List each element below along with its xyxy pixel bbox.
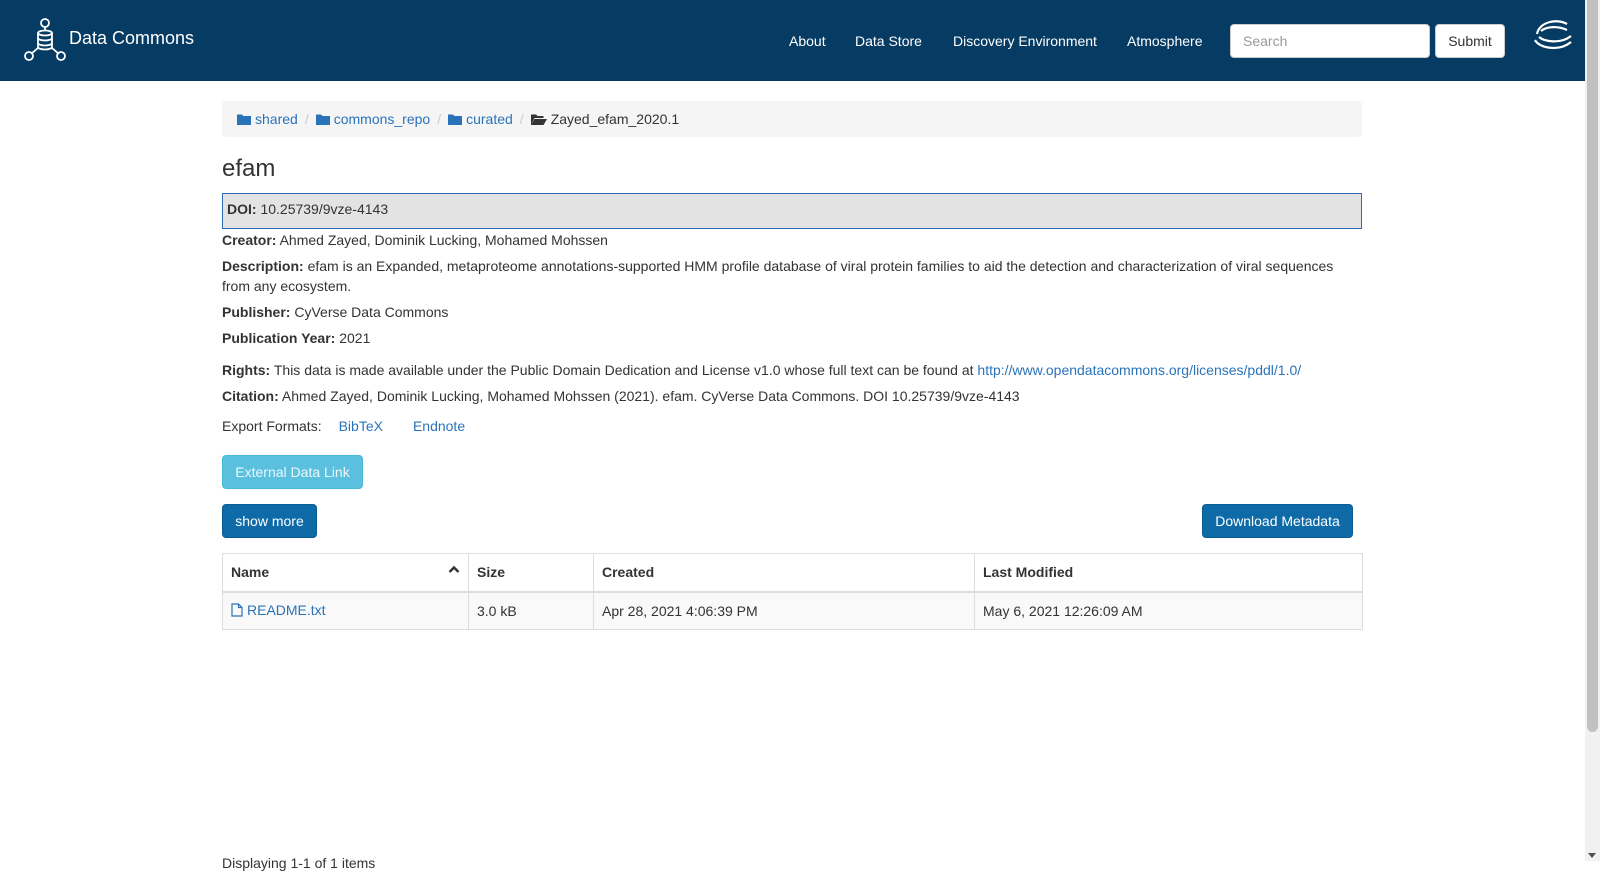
doi-box: DOI: 10.25739/9vze-4143 bbox=[222, 193, 1362, 229]
rights-label: Rights: bbox=[222, 362, 271, 378]
page-scrollbar[interactable] bbox=[1585, 0, 1600, 861]
pagination-summary: Displaying 1-1 of 1 items bbox=[222, 855, 376, 871]
citation-field: Citation: Ahmed Zayed, Dominik Lucking, … bbox=[222, 386, 1362, 406]
description-field: Description: efam is an Expanded, metapr… bbox=[222, 256, 1362, 296]
citation-value: Ahmed Zayed, Dominik Lucking, Mohamed Mo… bbox=[281, 388, 1020, 404]
license-link[interactable]: http://www.opendatacommons.org/licenses/… bbox=[977, 362, 1301, 378]
export-formats: Export Formats: BibTeX Endnote bbox=[222, 418, 465, 434]
file-name: README.txt bbox=[247, 601, 326, 618]
column-header-last-modified[interactable]: Last Modified bbox=[974, 553, 1363, 593]
brand-name: Data Commons bbox=[69, 27, 195, 48]
column-header-name[interactable]: Name bbox=[222, 553, 469, 593]
column-header-size[interactable]: Size bbox=[468, 553, 594, 593]
creator-field: Creator: Ahmed Zayed, Dominik Lucking, M… bbox=[222, 230, 1362, 250]
show-more-button[interactable]: show more bbox=[222, 504, 317, 538]
cell-name: README.txt bbox=[222, 591, 469, 630]
rights-field: Rights: This data is made available unde… bbox=[222, 360, 1362, 380]
cyverse-logo-icon[interactable] bbox=[1533, 18, 1573, 55]
description-value: efam is an Expanded, metaproteome annota… bbox=[222, 258, 1334, 294]
cell-created: Apr 28, 2021 4:06:39 PM bbox=[593, 591, 975, 630]
publisher-label: Publisher: bbox=[222, 304, 291, 320]
export-bibtex-link[interactable]: BibTeX bbox=[339, 418, 383, 434]
column-header-created[interactable]: Created bbox=[593, 553, 975, 593]
breadcrumb-label: Zayed_efam_2020.1 bbox=[550, 111, 680, 127]
doi-label: DOI: bbox=[227, 201, 257, 217]
export-formats-label: Export Formats: bbox=[222, 418, 322, 434]
breadcrumb-current: Zayed_efam_2020.1 bbox=[530, 111, 680, 127]
cell-modified: May 6, 2021 12:26:09 AM bbox=[974, 591, 1363, 630]
breadcrumb-shared[interactable]: shared bbox=[237, 111, 298, 127]
page-title: efam bbox=[222, 155, 276, 182]
scroll-down-arrow-icon[interactable] bbox=[1588, 853, 1596, 858]
year-label: Publication Year: bbox=[222, 330, 336, 346]
folder-icon bbox=[315, 114, 330, 125]
breadcrumb-curated[interactable]: curated bbox=[448, 111, 513, 127]
year-value: 2021 bbox=[339, 330, 371, 346]
nav-about[interactable]: About bbox=[789, 33, 826, 49]
submit-button[interactable]: Submit bbox=[1435, 24, 1505, 58]
breadcrumb-separator: / bbox=[304, 111, 309, 127]
creator-label: Creator: bbox=[222, 232, 277, 248]
export-endnote-link[interactable]: Endnote bbox=[413, 418, 465, 434]
table-header-row: Name Size Created Last Modified bbox=[222, 553, 1363, 593]
external-data-link-button[interactable]: External Data Link bbox=[222, 455, 363, 489]
nav-atmosphere[interactable]: Atmosphere bbox=[1127, 33, 1202, 49]
breadcrumb-label: commons_repo bbox=[333, 111, 431, 127]
folder-open-icon bbox=[530, 114, 547, 125]
publisher-field: Publisher: CyVerse Data Commons bbox=[222, 302, 1362, 322]
nav-discovery-environment[interactable]: Discovery Environment bbox=[953, 33, 1097, 49]
breadcrumb-label: curated bbox=[466, 111, 513, 127]
file-link[interactable]: README.txt bbox=[231, 602, 326, 618]
scrollbar-thumb[interactable] bbox=[1587, 0, 1598, 732]
breadcrumb-commons-repo[interactable]: commons_repo bbox=[315, 111, 431, 127]
cell-size: 3.0 kB bbox=[468, 591, 594, 630]
publisher-value: CyVerse Data Commons bbox=[294, 304, 449, 320]
table-row: README.txt 3.0 kB Apr 28, 2021 4:06:39 P… bbox=[222, 591, 1363, 630]
publication-year-field: Publication Year: 2021 bbox=[222, 328, 1362, 348]
breadcrumb: shared / commons_repo / curated / Zayed_… bbox=[222, 101, 1362, 137]
download-metadata-button[interactable]: Download Metadata bbox=[1202, 504, 1353, 538]
data-commons-logo-icon bbox=[24, 18, 66, 62]
creator-value: Ahmed Zayed, Dominik Lucking, Mohamed Mo… bbox=[279, 232, 608, 248]
nav-data-store[interactable]: Data Store bbox=[855, 33, 922, 49]
breadcrumb-separator: / bbox=[437, 111, 442, 127]
search-input[interactable] bbox=[1230, 24, 1430, 58]
brand[interactable]: Data Commons bbox=[24, 18, 194, 62]
breadcrumb-separator: / bbox=[519, 111, 524, 127]
file-icon bbox=[231, 603, 243, 617]
breadcrumb-label: shared bbox=[255, 111, 298, 127]
doi-value: 10.25739/9vze-4143 bbox=[260, 201, 389, 217]
top-navbar: Data Commons About Data Store Discovery … bbox=[0, 0, 1585, 81]
files-table: Name Size Created Last Modified README.t… bbox=[222, 553, 1363, 630]
sort-ascending-icon[interactable] bbox=[448, 564, 460, 574]
rights-value: This data is made available under the Pu… bbox=[273, 362, 974, 378]
description-label: Description: bbox=[222, 258, 304, 274]
folder-icon bbox=[448, 114, 463, 125]
citation-label: Citation: bbox=[222, 388, 279, 404]
folder-icon bbox=[237, 114, 251, 125]
